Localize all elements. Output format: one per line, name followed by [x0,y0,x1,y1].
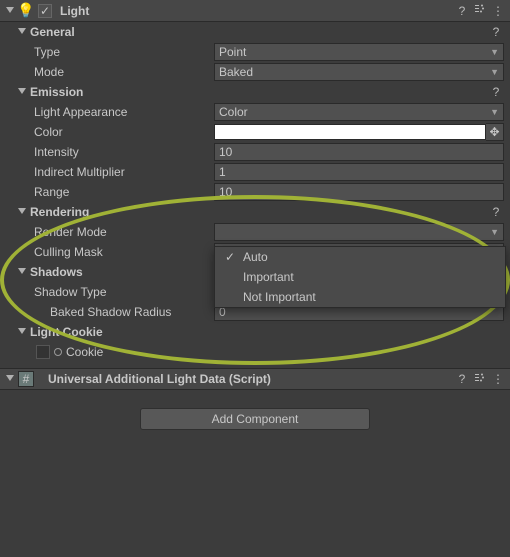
light-icon: 💡 [18,3,34,19]
indirect-input[interactable] [214,163,504,181]
chevron-down-icon: ▼ [490,47,499,57]
foldout-arrow-icon [18,268,26,276]
foldout-arrow-icon [18,88,26,96]
section-label: Light Cookie [30,325,510,339]
foldout-arrow-icon[interactable] [6,375,14,383]
type-label: Type [34,45,214,59]
add-component-button[interactable]: Add Component [140,408,370,430]
help-icon[interactable]: ? [456,372,468,386]
popup-item-important[interactable]: Important [215,267,505,287]
menu-icon[interactable]: ⋮ [492,372,504,386]
range-row: Range [0,182,510,202]
foldout-arrow-icon [18,28,26,36]
shadow-type-label: Shadow Type [34,285,214,299]
rendering-section-header[interactable]: Rendering ? [0,202,510,222]
intensity-row: Intensity [0,142,510,162]
cookie-texture-slot[interactable] [36,345,50,359]
render-mode-label: Render Mode [34,225,214,239]
light-cookie-section-header[interactable]: Light Cookie [0,322,510,342]
help-icon[interactable]: ? [490,25,502,39]
render-mode-row: Render Mode ▼ [0,222,510,242]
intensity-label: Intensity [34,145,214,159]
color-swatch[interactable] [214,124,486,140]
section-label: General [30,25,486,39]
popup-item-not-important[interactable]: Not Important [215,287,505,307]
general-section-header[interactable]: General ? [0,22,510,42]
appearance-label: Light Appearance [34,105,214,119]
mode-row: Mode Baked▼ [0,62,510,82]
cookie-row: Cookie [0,342,510,362]
render-mode-popup: ✓Auto Important Not Important [214,246,506,308]
color-label: Color [34,125,214,139]
chevron-down-icon: ▼ [490,67,499,77]
foldout-arrow-icon[interactable] [6,7,14,15]
preset-icon[interactable] [474,372,486,387]
preset-icon[interactable] [474,3,486,18]
light-component-header[interactable]: 💡 ✓ Light ? ⋮ [0,0,510,22]
menu-icon[interactable]: ⋮ [492,4,504,18]
intensity-input[interactable] [214,143,504,161]
help-icon[interactable]: ? [456,4,468,18]
section-label: Emission [30,85,486,99]
indirect-label: Indirect Multiplier [34,165,214,179]
appearance-dropdown[interactable]: Color▼ [214,103,504,121]
ual-component-header[interactable]: # Universal Additional Light Data (Scrip… [0,368,510,390]
help-icon[interactable]: ? [490,85,502,99]
culling-mask-label: Culling Mask [34,245,214,259]
mode-label: Mode [34,65,214,79]
render-mode-dropdown[interactable]: ▼ [214,223,504,241]
help-icon[interactable]: ? [490,205,502,219]
range-input[interactable] [214,183,504,201]
popup-item-auto[interactable]: ✓Auto [215,247,505,267]
component-title: Light [60,4,452,18]
indirect-row: Indirect Multiplier [0,162,510,182]
baked-shadow-radius-label: Baked Shadow Radius [50,305,214,319]
color-row: Color ✥ [0,122,510,142]
chevron-down-icon: ▼ [490,107,499,117]
component-title: Universal Additional Light Data (Script) [48,372,452,386]
type-dropdown[interactable]: Point▼ [214,43,504,61]
range-label: Range [34,185,214,199]
color-picker-icon[interactable]: ✥ [486,123,504,141]
foldout-arrow-icon [18,208,26,216]
emission-section-header[interactable]: Emission ? [0,82,510,102]
check-icon: ✓ [225,250,235,264]
foldout-arrow-icon [18,328,26,336]
mode-dropdown[interactable]: Baked▼ [214,63,504,81]
section-label: Rendering [30,205,486,219]
type-row: Type Point▼ [0,42,510,62]
component-enable-checkbox[interactable]: ✓ [38,4,52,18]
script-icon: # [18,371,34,387]
check-icon: ✓ [40,4,50,18]
cookie-label: Cookie [66,345,103,359]
appearance-row: Light Appearance Color▼ [0,102,510,122]
chevron-down-icon: ▼ [490,227,499,237]
object-picker-icon[interactable] [54,348,62,356]
